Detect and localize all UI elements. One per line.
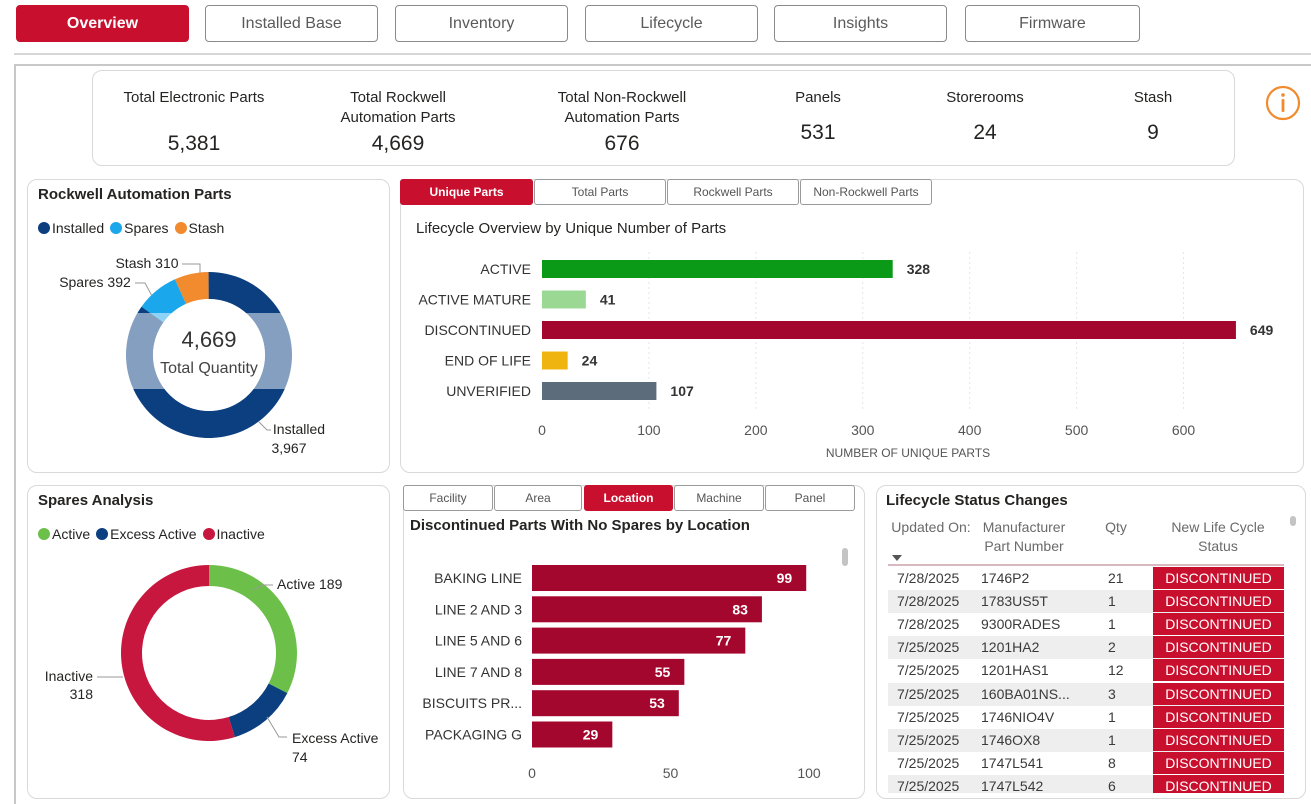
cell-qty: 1	[1108, 616, 1116, 633]
cell-status-badge: DISCONTINUED	[1153, 613, 1284, 636]
cell-part-number: 160BA01NS...	[981, 685, 1070, 702]
cell-qty: 1	[1108, 708, 1116, 725]
cell-part-number: 1747L541	[981, 754, 1044, 771]
cell-part-number: 1746OX8	[981, 731, 1041, 748]
table-row[interactable]: 7/28/2025 1746P2 21 DISCONTINUED	[888, 567, 1284, 590]
status-table-body: 7/28/2025 1746P2 21 DISCONTINUED 7/28/2025 17…	[0, 0, 1311, 794]
cell-date: 7/28/2025	[897, 570, 960, 586]
table-row[interactable]: 7/28/2025 9300RADES 1 DISCONTINUED	[888, 613, 1284, 637]
cell-date: 7/25/2025	[897, 708, 960, 725]
cell-date: 7/25/2025	[897, 777, 960, 794]
cell-part-number: 1201HA2	[981, 639, 1040, 656]
table-row[interactable]: 7/25/2025 160BA01NS... 3 DISCONTINUED	[888, 682, 1284, 706]
cell-date: 7/25/2025	[897, 639, 960, 656]
table-row[interactable]: 7/25/2025 1201HA2 2 DISCONTINUED	[888, 636, 1284, 660]
cell-date: 7/25/2025	[897, 754, 960, 771]
cell-part-number: 1783US5T	[981, 593, 1048, 610]
cell-qty: 2	[1108, 639, 1116, 656]
table-row[interactable]: 7/25/2025 1746NIO4V 1 DISCONTINUED	[888, 705, 1284, 729]
cell-date: 7/25/2025	[897, 731, 960, 748]
cell-qty: 6	[1108, 777, 1116, 794]
cell-qty: 8	[1108, 754, 1116, 771]
cell-qty: 1	[1108, 593, 1116, 610]
cell-status-badge: DISCONTINUED	[1153, 659, 1284, 682]
cell-date: 7/28/2025	[897, 593, 960, 610]
cell-status-badge: DISCONTINUED	[1153, 728, 1284, 751]
cell-status-badge: DISCONTINUED	[1153, 590, 1284, 613]
table-row[interactable]: 7/25/2025 1747L541 8 DISCONTINUED	[888, 751, 1284, 775]
cell-qty: 3	[1108, 685, 1116, 702]
cell-part-number: 1747L542	[981, 777, 1044, 794]
cell-status-badge: DISCONTINUED	[1153, 567, 1284, 589]
cell-status-badge: DISCONTINUED	[1153, 682, 1284, 705]
cell-part-number: 9300RADES	[981, 616, 1061, 633]
cell-qty: 21	[1108, 570, 1124, 586]
cell-qty: 12	[1108, 662, 1124, 679]
table-row[interactable]: 7/28/2025 1783US5T 1 DISCONTINUED	[888, 590, 1284, 614]
table-row[interactable]: 7/25/2025 1746OX8 1 DISCONTINUED	[888, 728, 1284, 752]
cell-part-number: 1746NIO4V	[981, 708, 1055, 725]
cell-qty: 1	[1108, 731, 1116, 748]
cell-date: 7/28/2025	[897, 616, 960, 633]
cell-date: 7/25/2025	[897, 685, 960, 702]
cell-status-badge: DISCONTINUED	[1153, 636, 1284, 659]
cell-part-number: 1201HAS1	[981, 662, 1049, 679]
table-row[interactable]: 7/25/2025 1201HAS1 12 DISCONTINUED	[888, 659, 1284, 683]
cell-status-badge: DISCONTINUED	[1153, 751, 1284, 774]
cell-date: 7/25/2025	[897, 662, 960, 679]
cell-status-badge: DISCONTINUED	[1153, 705, 1284, 728]
cell-part-number: 1746P2	[981, 570, 1030, 586]
